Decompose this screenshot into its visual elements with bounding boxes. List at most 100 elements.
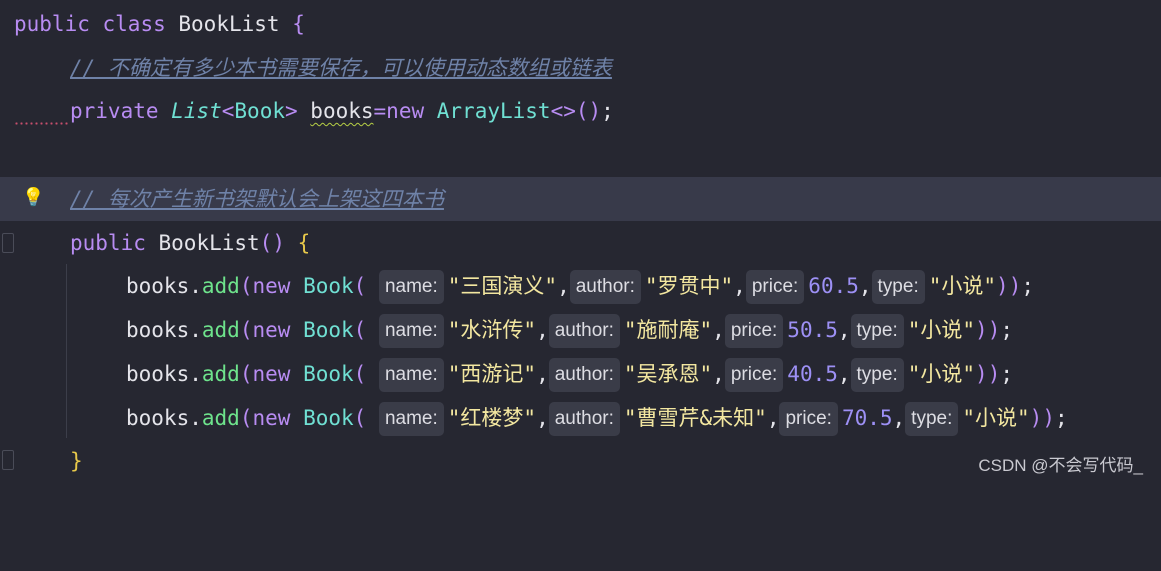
comma: ,: [733, 274, 746, 298]
code-line-8[interactable]: books.add(new Book( name: "水浒传", author: "施…: [0, 308, 1161, 352]
paren-open: (: [353, 406, 367, 430]
paren-open: (: [353, 362, 367, 386]
param-hint-price: price:: [724, 358, 784, 392]
param-hint-type: type:: [850, 358, 904, 392]
comma: ,: [858, 274, 872, 298]
keyword-new: new: [252, 362, 291, 386]
arg-name: "西游记": [447, 362, 537, 386]
comma: ,: [536, 362, 549, 386]
keyword-class: class: [102, 12, 166, 36]
comma: ,: [712, 318, 725, 342]
code-editor[interactable]: public class BookList { // 不确定有多少本书需要保存，…: [0, 0, 1161, 484]
semicolon: ;: [1000, 318, 1013, 342]
paren-close: ): [1008, 274, 1022, 298]
code-line-5-current[interactable]: // 每次产生新书架默认会上架这四本书: [0, 177, 1161, 221]
keyword-public: public: [14, 12, 90, 36]
paren-close: ): [987, 318, 1001, 342]
books-ref: books: [126, 362, 190, 386]
method-add: add: [201, 362, 240, 386]
open-brace: {: [292, 12, 305, 36]
diamond-op: <>: [550, 99, 576, 123]
param-hint-author: author:: [548, 314, 620, 348]
arg-author: "曹雪芹&未知": [623, 406, 767, 430]
code-line-7[interactable]: books.add(new Book( name: "三国演义", author: "…: [0, 264, 1161, 308]
paren-close: ): [996, 274, 1009, 298]
code-line-3[interactable]: private List<Book> books=new ArrayList<>…: [0, 89, 1161, 133]
dot: .: [189, 318, 202, 342]
generic-lt: <: [221, 99, 235, 123]
arg-price: 60.5: [808, 274, 859, 298]
comma: ,: [712, 362, 725, 386]
comment-default-books: // 每次产生新书架默认会上架这四本书: [70, 187, 444, 211]
keyword-new: new: [252, 318, 291, 342]
books-ref: books: [126, 406, 190, 430]
comma: ,: [766, 406, 780, 430]
method-add: add: [201, 318, 240, 342]
semicolon: ;: [1054, 406, 1068, 430]
type-book: Book: [303, 318, 354, 342]
field-books: books: [310, 99, 374, 123]
param-hint-price: price:: [724, 314, 784, 348]
code-line-2[interactable]: // 不确定有多少本书需要保存，可以使用动态数组或链表: [0, 46, 1161, 90]
code-line-9[interactable]: books.add(new Book( name: "西游记", author: "吴…: [0, 352, 1161, 396]
paren-close: ): [975, 318, 988, 342]
type-book: Book: [303, 362, 354, 386]
keyword-private: private: [70, 99, 159, 123]
semicolon: ;: [601, 99, 614, 123]
arg-type: "小说": [928, 274, 997, 298]
comma: ,: [837, 362, 851, 386]
arg-type: "小说": [962, 406, 1030, 430]
code-line-6[interactable]: public BookList() {: [0, 221, 1161, 265]
param-hint-name: name:: [378, 358, 444, 392]
paren-open: (: [239, 362, 253, 386]
paren-open: (: [353, 274, 367, 298]
comma: ,: [892, 406, 906, 430]
close-brace: }: [70, 449, 83, 473]
type-book: Book: [303, 274, 354, 298]
param-hint-name: name:: [378, 314, 444, 348]
books-ref: books: [126, 318, 190, 342]
semicolon: ;: [1021, 274, 1034, 298]
param-hint-price: price:: [745, 270, 805, 304]
param-hint-type: type:: [905, 402, 959, 436]
param-hint-author: author:: [548, 358, 620, 392]
keyword-new: new: [252, 274, 291, 298]
param-hint-author: author:: [548, 402, 620, 436]
arg-type: "小说": [907, 318, 976, 342]
arg-price: 50.5: [787, 318, 838, 342]
paren-close: ): [1042, 406, 1055, 430]
param-hint-price: price:: [779, 402, 838, 436]
keyword-new: new: [386, 99, 425, 123]
method-add: add: [201, 274, 240, 298]
code-line-1[interactable]: public class BookList {: [0, 2, 1161, 46]
type-list: List: [171, 99, 222, 123]
type-arraylist: ArrayList: [436, 99, 551, 123]
comment-storage: // 不确定有多少本书需要保存，可以使用动态数组或链表: [70, 56, 612, 80]
keyword-public: public: [70, 231, 146, 255]
constructor-name: BookList: [158, 231, 260, 255]
paren-open: (: [239, 318, 253, 342]
param-hint-type: type:: [871, 270, 925, 304]
parens: (): [575, 99, 602, 123]
dot: .: [189, 406, 202, 430]
paren-open: (: [353, 318, 367, 342]
paren-open: (: [239, 274, 253, 298]
param-hint-name: name:: [378, 270, 444, 304]
arg-author: "罗贯中": [644, 274, 734, 298]
parens: (): [259, 231, 285, 255]
param-hint-author: author:: [569, 270, 641, 304]
comma: ,: [536, 406, 549, 430]
lightbulb-icon[interactable]: 💡: [22, 188, 44, 208]
class-name: BookList: [178, 12, 280, 36]
method-add: add: [201, 406, 240, 430]
generic-gt: >: [284, 99, 298, 123]
comma: ,: [557, 274, 570, 298]
arg-name: "三国演义": [447, 274, 558, 298]
dot: .: [189, 274, 202, 298]
comma: ,: [536, 318, 549, 342]
comma: ,: [837, 318, 851, 342]
arg-price: 70.5: [841, 406, 893, 430]
arg-author: "吴承恩": [623, 362, 713, 386]
code-line-10[interactable]: books.add(new Book( name: "红楼梦", author: "曹…: [0, 396, 1161, 440]
param-hint-name: name:: [378, 402, 444, 436]
